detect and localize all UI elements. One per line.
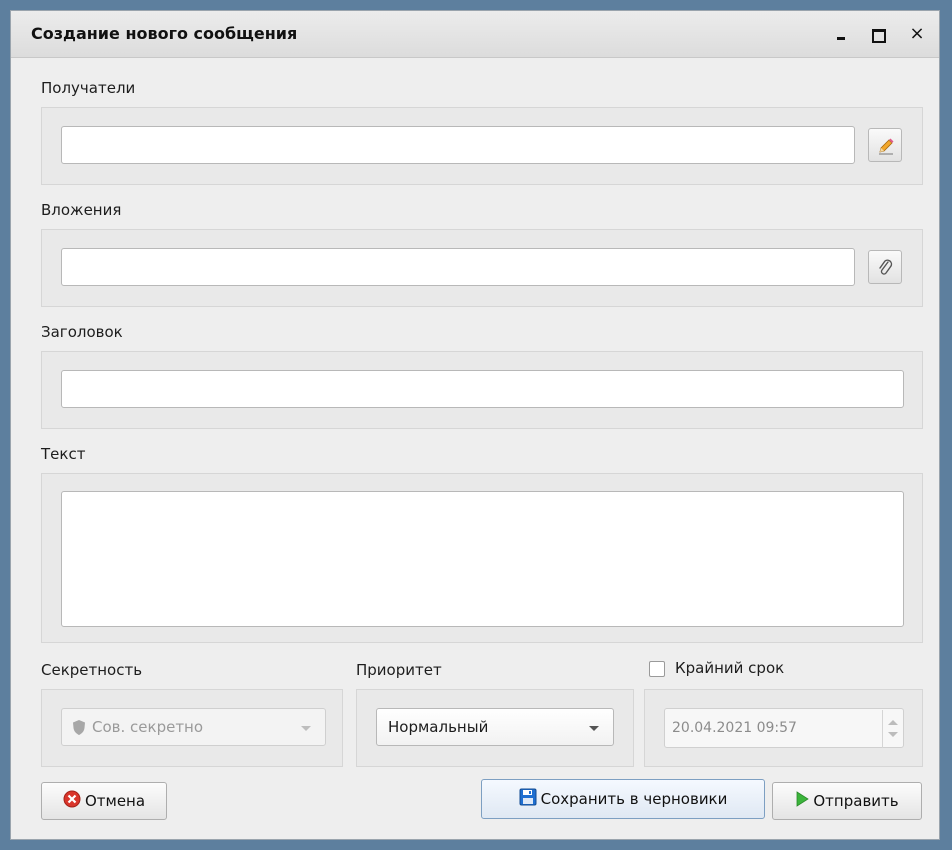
body-group	[41, 473, 923, 643]
window-title: Создание нового сообщения	[31, 24, 298, 43]
close-button[interactable]: ×	[905, 22, 929, 46]
deadline-spinner[interactable]	[882, 710, 902, 748]
play-arrow-icon	[795, 791, 810, 811]
priority-select[interactable]: Нормальный	[376, 708, 614, 746]
recipients-label: Получатели	[41, 79, 136, 97]
priority-group: Нормальный	[356, 689, 634, 767]
secrecy-group: Сов. секретно	[41, 689, 343, 767]
save-draft-label: Сохранить в черновики	[540, 790, 728, 808]
save-draft-button[interactable]: Сохранить в черновики	[481, 779, 765, 819]
priority-value: Нормальный	[388, 718, 489, 736]
spin-up-icon[interactable]	[888, 720, 898, 725]
deadline-value: 20.04.2021 09:57	[672, 720, 797, 736]
attachments-group	[41, 229, 923, 307]
subject-input[interactable]	[61, 370, 904, 408]
body-textarea[interactable]	[61, 491, 904, 627]
spin-down-icon[interactable]	[888, 732, 898, 737]
maximize-button[interactable]	[867, 22, 891, 46]
attachments-input[interactable]	[61, 248, 855, 286]
shield-icon	[72, 719, 86, 740]
deadline-datetime-input[interactable]: 20.04.2021 09:57	[664, 708, 904, 748]
floppy-disk-icon	[519, 788, 537, 810]
add-attachment-button[interactable]	[868, 250, 902, 284]
deadline-group: 20.04.2021 09:57	[644, 689, 923, 767]
edit-recipients-button[interactable]	[868, 128, 902, 162]
subject-group	[41, 351, 923, 429]
deadline-checkbox[interactable]	[649, 661, 665, 677]
send-label: Отправить	[813, 792, 899, 810]
deadline-label: Крайний срок	[675, 659, 785, 677]
chevron-down-icon	[589, 726, 599, 731]
secrecy-value: Сов. секретно	[92, 718, 204, 736]
cancel-button[interactable]: Отмена	[41, 782, 167, 820]
cancel-icon	[63, 790, 81, 812]
minimize-button[interactable]	[831, 22, 855, 46]
chevron-down-icon	[301, 726, 311, 731]
cancel-label: Отмена	[84, 792, 146, 810]
compose-message-window: Создание нового сообщения × Получатели В…	[10, 10, 940, 840]
subject-label: Заголовок	[41, 323, 123, 341]
body-label: Текст	[41, 445, 86, 463]
send-button[interactable]: Отправить	[772, 782, 922, 820]
title-bar[interactable]: Создание нового сообщения ×	[11, 11, 939, 58]
priority-label: Приоритет	[356, 661, 442, 679]
secrecy-select[interactable]: Сов. секретно	[61, 708, 326, 746]
recipients-group	[41, 107, 923, 185]
recipients-input[interactable]	[61, 126, 855, 164]
secrecy-label: Секретность	[41, 661, 143, 679]
attachments-label: Вложения	[41, 201, 122, 219]
